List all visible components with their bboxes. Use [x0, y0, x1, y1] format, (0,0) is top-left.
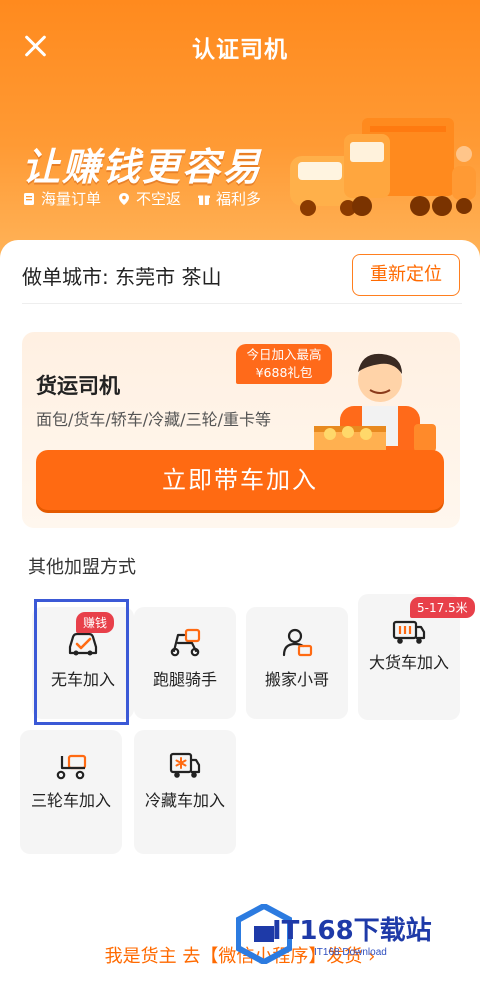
tile-label: 无车加入 [50, 670, 115, 689]
tile-label: 冷藏车加入 [144, 791, 225, 810]
document-icon [24, 192, 34, 205]
feature-benefits: 福利多 [197, 188, 261, 209]
feature-orders: 海量订单 [22, 188, 101, 209]
driver-illustration [314, 353, 436, 458]
scooter-icon [170, 628, 201, 657]
other-methods-title: 其他加盟方式 [28, 557, 136, 578]
feature-label: 福利多 [216, 190, 262, 208]
big-truck-icon [392, 620, 426, 644]
feature-no-empty: 不空返 [117, 188, 181, 209]
location-pin-icon [119, 192, 130, 205]
length-badge: 5-17.5米 [410, 597, 475, 618]
tile-tricycle[interactable]: 三轮车加入 [20, 730, 122, 854]
cargo-driver-subtitle: 面包/货车/轿车/冷藏/三轮/重卡等 [36, 410, 271, 429]
tile-label: 搬家小哥 [264, 670, 329, 689]
trucks-illustration [290, 118, 476, 216]
tricycle-icon [56, 754, 87, 780]
slogan-text: 让赚钱更容易 [22, 145, 263, 189]
relocate-button[interactable]: 重新定位 [352, 254, 460, 296]
earn-money-badge: 赚钱 [76, 612, 115, 633]
city-label: 做单城市: 东莞市 茶山 [22, 265, 222, 289]
shipper-miniprogram-link[interactable]: 我是货主 去【微信小程序】发货 › [0, 942, 480, 968]
page-title: 认证司机 [192, 37, 288, 63]
tile-mover[interactable]: 搬家小哥 [246, 607, 348, 719]
cargo-driver-card: 货运司机 面包/货车/轿车/冷藏/三轮/重卡等 今日加入最高 ¥688礼包 立即… [22, 332, 460, 528]
feature-list: 海量订单 不空返 福利多 [22, 188, 261, 209]
cold-truck-icon [169, 752, 201, 778]
header-banner: 认证司机 让赚钱更容易 海量订单 不空返 福利多 [0, 0, 480, 262]
tile-label: 跑腿骑手 [152, 670, 217, 689]
mover-icon [282, 628, 313, 657]
tile-label: 大货车加入 [368, 653, 449, 672]
feature-label: 不空返 [136, 190, 182, 208]
city-row: 做单城市: 东莞市 茶山 重新定位 [22, 252, 462, 304]
tile-label: 三轮车加入 [30, 791, 111, 810]
feature-label: 海量订单 [41, 190, 102, 208]
tile-errand-rider[interactable]: 跑腿骑手 [134, 607, 236, 719]
join-with-vehicle-button[interactable]: 立即带车加入 [36, 450, 444, 510]
gift-icon [198, 195, 211, 205]
cargo-driver-title: 货运司机 [36, 374, 120, 398]
tile-cold-truck[interactable]: 冷藏车加入 [134, 730, 236, 854]
